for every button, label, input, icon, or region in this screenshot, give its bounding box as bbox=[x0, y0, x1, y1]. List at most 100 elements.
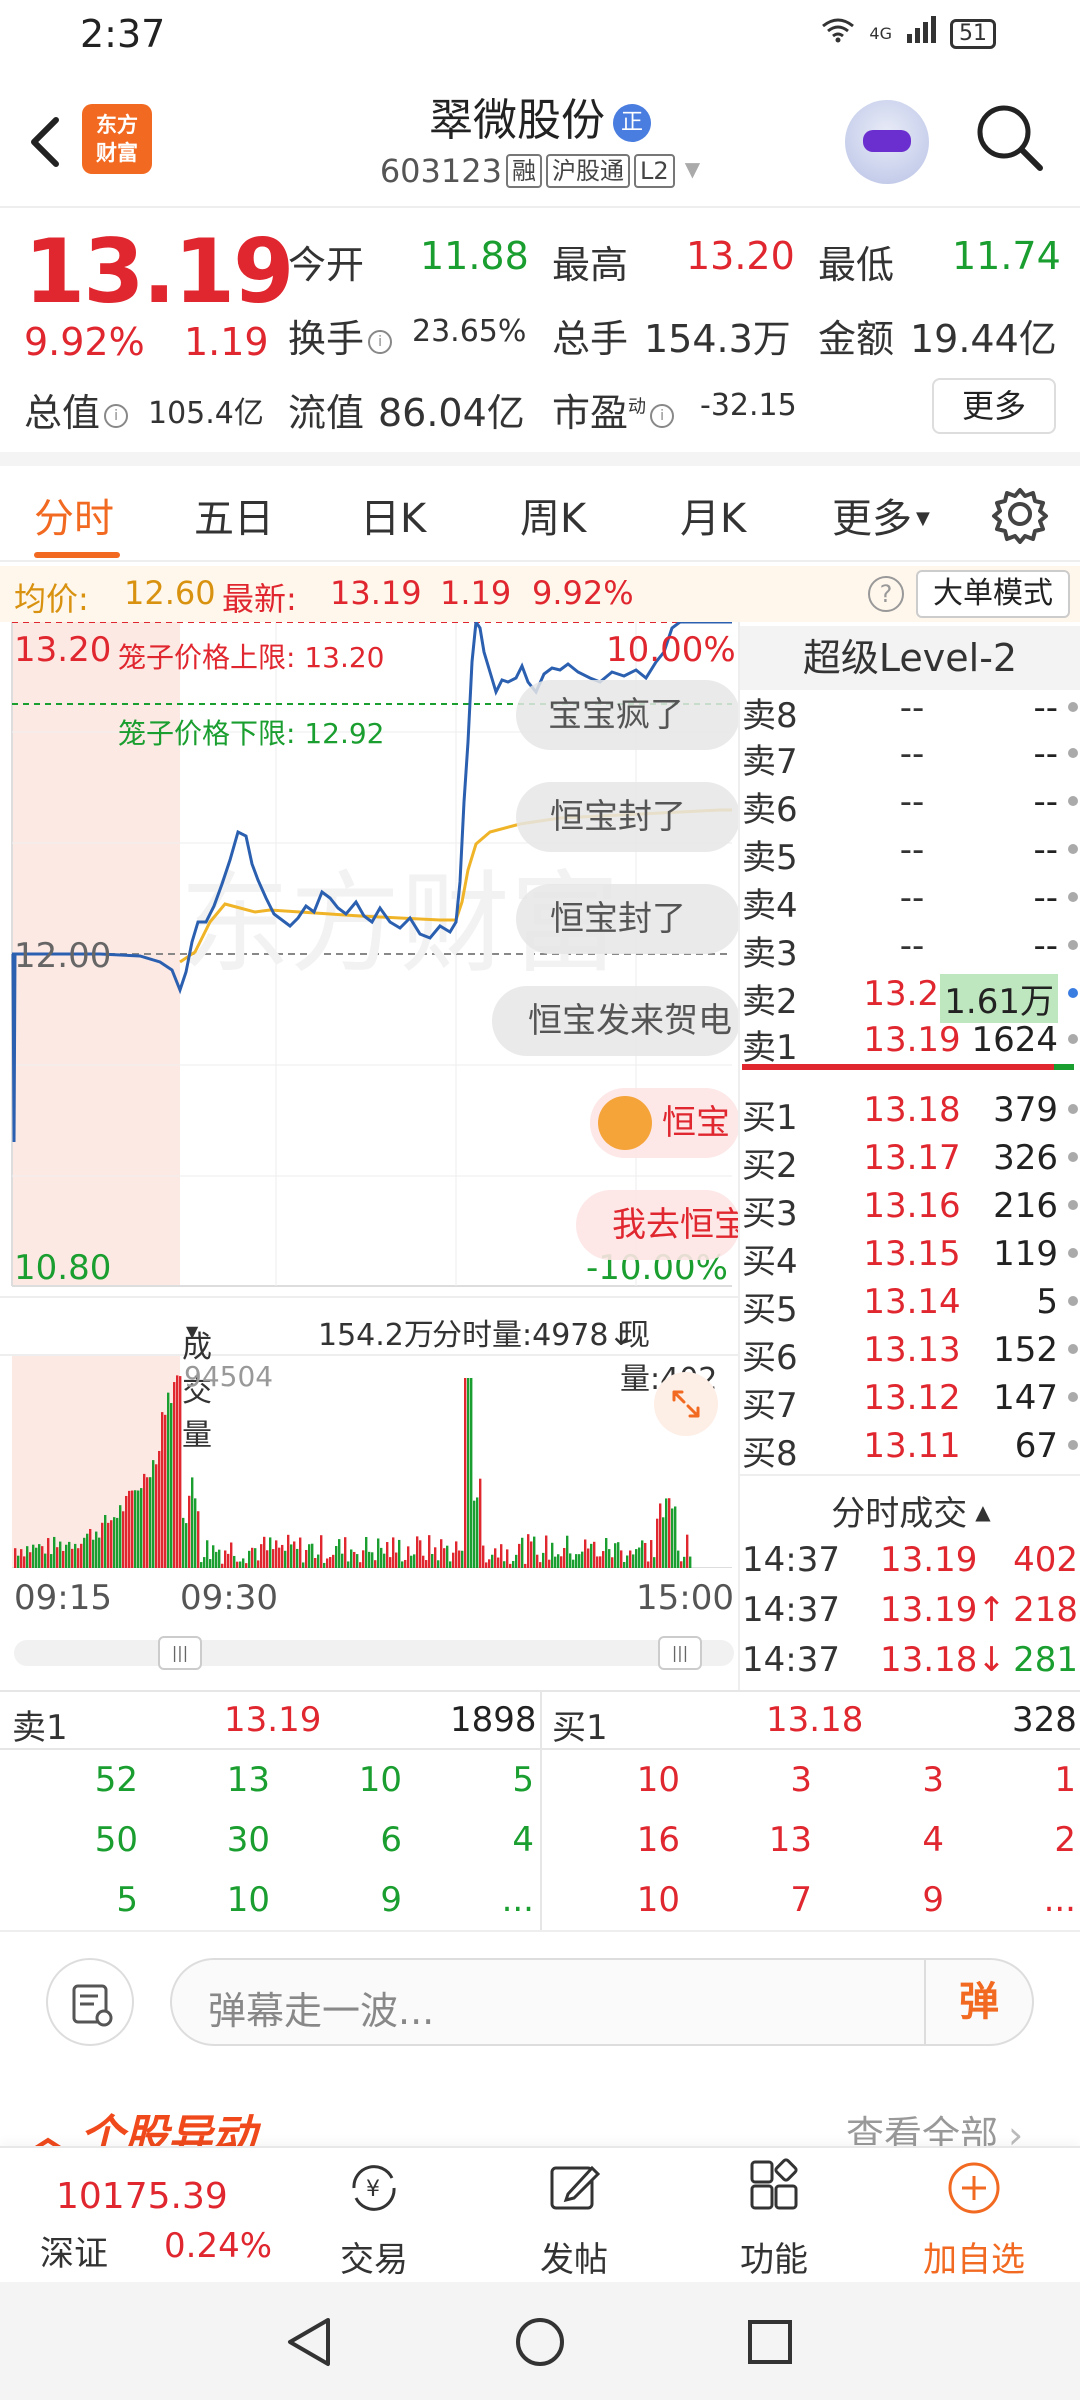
ask-label: 卖5 bbox=[742, 838, 798, 878]
tab-five-day[interactable]: 五日 bbox=[194, 486, 274, 544]
index-value[interactable]: 10175.39 bbox=[56, 2176, 228, 2217]
trade-volume: 281 bbox=[1013, 1640, 1078, 1680]
volume-bar bbox=[116, 1517, 119, 1568]
danmaku-settings-button[interactable] bbox=[46, 1958, 134, 2046]
slider-handle-left[interactable]: ||| bbox=[158, 1636, 202, 1670]
expand-button[interactable] bbox=[654, 1372, 718, 1436]
tab-more[interactable]: 更多 ▼ bbox=[832, 486, 930, 544]
ask-volume: -- bbox=[1033, 688, 1058, 728]
volume-bar bbox=[17, 1555, 20, 1568]
expand-icon bbox=[672, 1390, 700, 1418]
order-book-title[interactable]: 超级Level-2 bbox=[740, 626, 1080, 690]
danmaku-send-button[interactable]: 弹 bbox=[924, 1960, 1032, 2044]
search-button[interactable] bbox=[970, 98, 1050, 178]
tab-monthly-k[interactable]: 月K bbox=[680, 486, 746, 544]
volume-bar bbox=[350, 1549, 353, 1568]
nav-home-icon[interactable] bbox=[510, 2312, 570, 2372]
nav-post[interactable]: 发帖 bbox=[474, 2148, 674, 2284]
ask-row[interactable]: 卖3 -- -- bbox=[742, 922, 1080, 974]
volume-bar bbox=[518, 1543, 521, 1568]
volume-bar bbox=[362, 1550, 365, 1568]
dot-icon bbox=[1068, 1440, 1078, 1450]
more-quote-button[interactable]: 更多 bbox=[932, 378, 1056, 434]
volume-bar bbox=[617, 1542, 620, 1568]
bid-row[interactable]: 买2 13.17 326 bbox=[742, 1134, 1080, 1186]
ask-row[interactable]: 卖6 -- -- bbox=[742, 778, 1080, 830]
y-axis-bottom: 10.80 bbox=[14, 1248, 112, 1288]
ask-row[interactable]: 卖5 -- -- bbox=[742, 826, 1080, 878]
nav-trade[interactable]: ¥ 交易 bbox=[274, 2148, 474, 2284]
nav-back-icon[interactable] bbox=[280, 2312, 340, 2372]
danmaku-input[interactable]: 弹幕走一波... 弹 bbox=[170, 1958, 1034, 2046]
bid-label: 买8 bbox=[742, 1434, 798, 1474]
volume-bar bbox=[62, 1550, 65, 1568]
dot-icon bbox=[1068, 1248, 1078, 1258]
nav-features[interactable]: 功能 bbox=[674, 2148, 874, 2284]
volume-bar bbox=[614, 1543, 617, 1568]
volume-bar bbox=[20, 1549, 23, 1568]
volume-bar bbox=[554, 1556, 557, 1568]
bid-ask-divider bbox=[742, 1064, 1074, 1070]
queue-buy-cell: 1 bbox=[1054, 1760, 1076, 1800]
mktcap-label[interactable]: 总值 i bbox=[24, 382, 132, 437]
bid-row[interactable]: 买1 13.18 379 bbox=[742, 1086, 1080, 1138]
divider bbox=[740, 1474, 1080, 1476]
y-axis-top: 13.20 bbox=[14, 630, 112, 670]
time-range-slider[interactable] bbox=[14, 1640, 734, 1666]
trade-price: 13.19 bbox=[880, 1540, 978, 1580]
dot-icon bbox=[1068, 988, 1078, 998]
avatar-icon bbox=[598, 1096, 652, 1150]
volume-bar bbox=[638, 1547, 641, 1568]
queue-buy-cell: ... bbox=[1043, 1880, 1076, 1920]
help-icon[interactable]: ? bbox=[868, 576, 904, 612]
volume-bar bbox=[59, 1541, 62, 1568]
volume-minute: 分时量:4978↓ bbox=[432, 1318, 634, 1353]
bid-row[interactable]: 买6 13.13 152 bbox=[742, 1326, 1080, 1378]
tab-daily-k[interactable]: 日K bbox=[360, 486, 426, 544]
volume-bar bbox=[641, 1540, 644, 1568]
queue-sell-cell: 4 bbox=[512, 1820, 534, 1860]
ask-row[interactable]: 卖1 13.19 1624 bbox=[742, 1016, 1080, 1068]
latest-percent: 9.92% bbox=[532, 574, 634, 612]
slider-handle-right[interactable]: ||| bbox=[658, 1636, 702, 1670]
status-icons: 4G 51 bbox=[821, 16, 996, 51]
tab-intraday[interactable]: 分时 bbox=[34, 486, 114, 544]
nav-recents-icon[interactable] bbox=[740, 2312, 800, 2372]
turnover-label[interactable]: 换手 i bbox=[288, 308, 396, 363]
float-label: 流值 bbox=[288, 391, 365, 435]
volume-bar bbox=[461, 1550, 464, 1568]
bid-row[interactable]: 买4 13.15 119 bbox=[742, 1230, 1080, 1282]
assistant-avatar[interactable] bbox=[845, 100, 929, 184]
volume-bar bbox=[221, 1563, 224, 1568]
bid-row[interactable]: 买7 13.12 147 bbox=[742, 1374, 1080, 1426]
volume-bar bbox=[626, 1555, 629, 1568]
nav-add-watchlist[interactable]: 加自选 bbox=[874, 2148, 1074, 2284]
big-order-mode-button[interactable]: 大单模式 bbox=[916, 570, 1070, 618]
volume-bar bbox=[92, 1539, 95, 1568]
bid-row[interactable]: 买5 13.14 5 bbox=[742, 1278, 1080, 1330]
volume-bar bbox=[245, 1563, 248, 1568]
volume-bar bbox=[428, 1535, 431, 1568]
bid-row[interactable]: 买8 13.11 67 bbox=[742, 1422, 1080, 1474]
dot-icon bbox=[1068, 1392, 1078, 1402]
volume-bar bbox=[332, 1554, 335, 1568]
settings-button[interactable] bbox=[990, 484, 1050, 544]
battery-icon: 51 bbox=[950, 18, 996, 49]
dot-icon bbox=[1068, 1104, 1078, 1114]
volume-bar bbox=[281, 1544, 284, 1568]
volume-bar bbox=[185, 1523, 188, 1568]
volume-bar bbox=[392, 1537, 395, 1568]
change-amount: 1.19 bbox=[184, 320, 269, 364]
ask-row[interactable]: 卖4 -- -- bbox=[742, 874, 1080, 926]
ask-volume: -- bbox=[1033, 926, 1058, 966]
trades-title[interactable]: 分时成交 ▲ bbox=[742, 1486, 1080, 1535]
pe-label[interactable]: 市盈动 i bbox=[552, 382, 678, 437]
status-bar: 2:37 4G 51 bbox=[0, 0, 1080, 70]
bid-row[interactable]: 买3 13.16 216 bbox=[742, 1182, 1080, 1234]
ask-row[interactable]: 卖2 13.20 1.61万 bbox=[742, 970, 1080, 1023]
ask-row[interactable]: 卖8 -- -- bbox=[742, 684, 1080, 736]
dot-icon bbox=[1068, 1296, 1078, 1306]
tab-weekly-k[interactable]: 周K bbox=[520, 486, 586, 544]
volume-bar bbox=[623, 1561, 626, 1568]
ask-row[interactable]: 卖7 -- -- bbox=[742, 730, 1080, 782]
